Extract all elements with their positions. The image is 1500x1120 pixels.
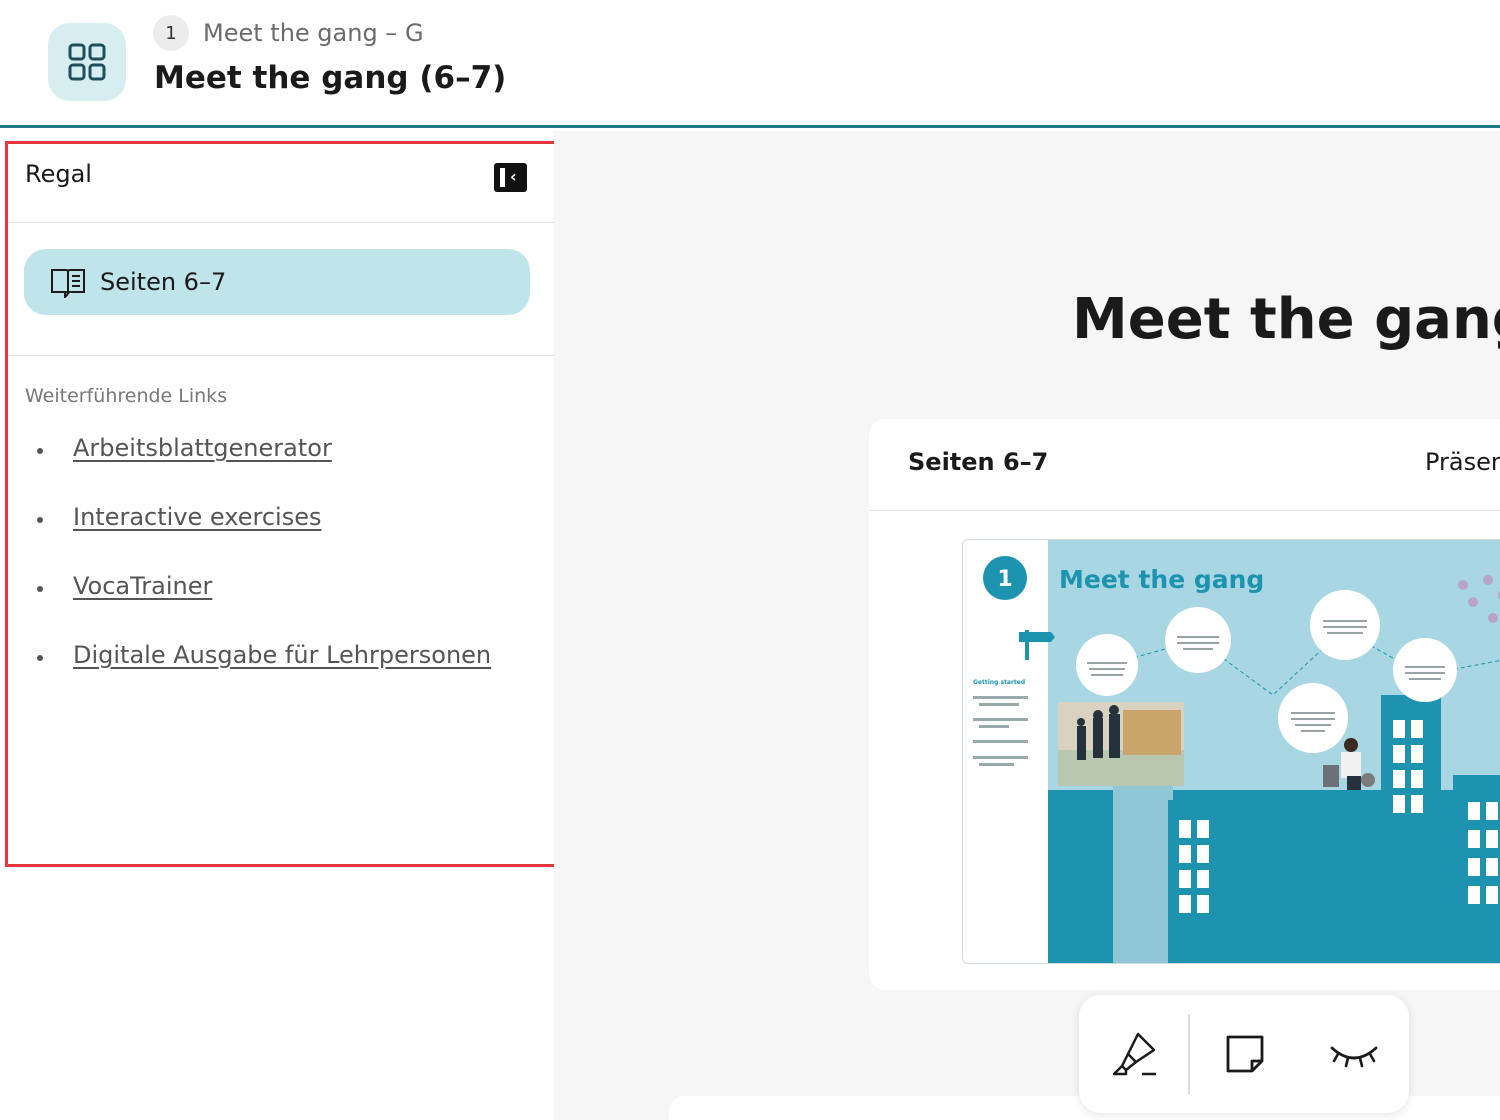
open-book-icon (51, 269, 85, 298)
thumbnail-heading: Meet the gang (1059, 565, 1264, 594)
sidebar-collapse-icon (500, 168, 505, 187)
sticky-note-icon (1226, 1035, 1264, 1073)
shelf-panel-header: Regal ‹ (8, 144, 554, 223)
page-thumbnail[interactable]: 1 Meet the gang Getting started (962, 539, 1500, 964)
breadcrumb-text[interactable]: Meet the gang – G (203, 19, 424, 47)
bullet (37, 655, 43, 661)
link-arbeitsblattgenerator[interactable]: Arbeitsblattgenerator (73, 434, 332, 462)
presentation-button[interactable]: Präsen (1425, 448, 1500, 476)
unit-title: Meet the gang (1072, 287, 1500, 352)
book-page-illustration: 1 Meet the gang Getting started (963, 540, 1500, 963)
list-item: Digitale Ausgabe für Lehrpersonen (25, 641, 491, 710)
related-links: Arbeitsblattgenerator Interactive exerci… (25, 434, 491, 710)
bullet (37, 448, 43, 454)
grid-icon (68, 43, 106, 81)
shelf-item-label: Seiten 6–7 (100, 268, 227, 296)
app-menu-button[interactable] (48, 23, 126, 101)
sidebar: Regal ‹ Seiten 6–7 Weiterführende Links (3, 131, 557, 1120)
chevron-left-icon: ‹ (510, 167, 517, 186)
highlighter-icon (1112, 1032, 1156, 1076)
collapse-sidebar-button[interactable]: ‹ (494, 163, 527, 192)
link-vocatrainer[interactable]: VocaTrainer (73, 572, 212, 600)
pages-card: Seiten 6–7 Präsen 1 Meet the gang Gettin… (869, 419, 1500, 990)
link-interactive-exercises[interactable]: Interactive exercises (73, 503, 321, 531)
shelf-title: Regal (25, 160, 92, 188)
app-header: 1 Meet the gang – G Meet the gang (6–7) (0, 0, 1500, 128)
list-item: Arbeitsblattgenerator (25, 434, 491, 503)
unit-number-text: 1 (997, 567, 1012, 592)
shelf-item-pages-6-7[interactable]: Seiten 6–7 (24, 249, 530, 315)
main-content: Meet the gang Seiten 6–7 Präsen 1 Meet t… (554, 131, 1500, 1120)
annotation-toolbar (1079, 995, 1409, 1113)
pages-card-header: Seiten 6–7 Präsen (869, 419, 1500, 511)
bullet (37, 586, 43, 592)
getting-started-label: Getting started (973, 679, 1025, 686)
hide-eye-icon (1330, 1046, 1378, 1068)
links-heading: Weiterführende Links (25, 385, 228, 407)
pages-card-title: Seiten 6–7 (908, 448, 1049, 476)
breadcrumb: 1 Meet the gang – G (153, 15, 424, 51)
sticky-note-button[interactable] (1190, 995, 1299, 1113)
hide-button[interactable] (1300, 995, 1409, 1113)
breadcrumb-number: 1 (153, 15, 189, 51)
bullet (37, 517, 43, 523)
page-title: Meet the gang (6–7) (154, 60, 507, 96)
list-item: Interactive exercises (25, 503, 491, 572)
list-item: VocaTrainer (25, 572, 491, 641)
link-digitale-ausgabe[interactable]: Digitale Ausgabe für Lehrpersonen (73, 641, 491, 669)
shelf-items: Seiten 6–7 (8, 223, 554, 356)
highlighter-button[interactable] (1079, 995, 1188, 1113)
shelf-panel: Regal ‹ Seiten 6–7 Weiterführende Links (5, 141, 557, 867)
